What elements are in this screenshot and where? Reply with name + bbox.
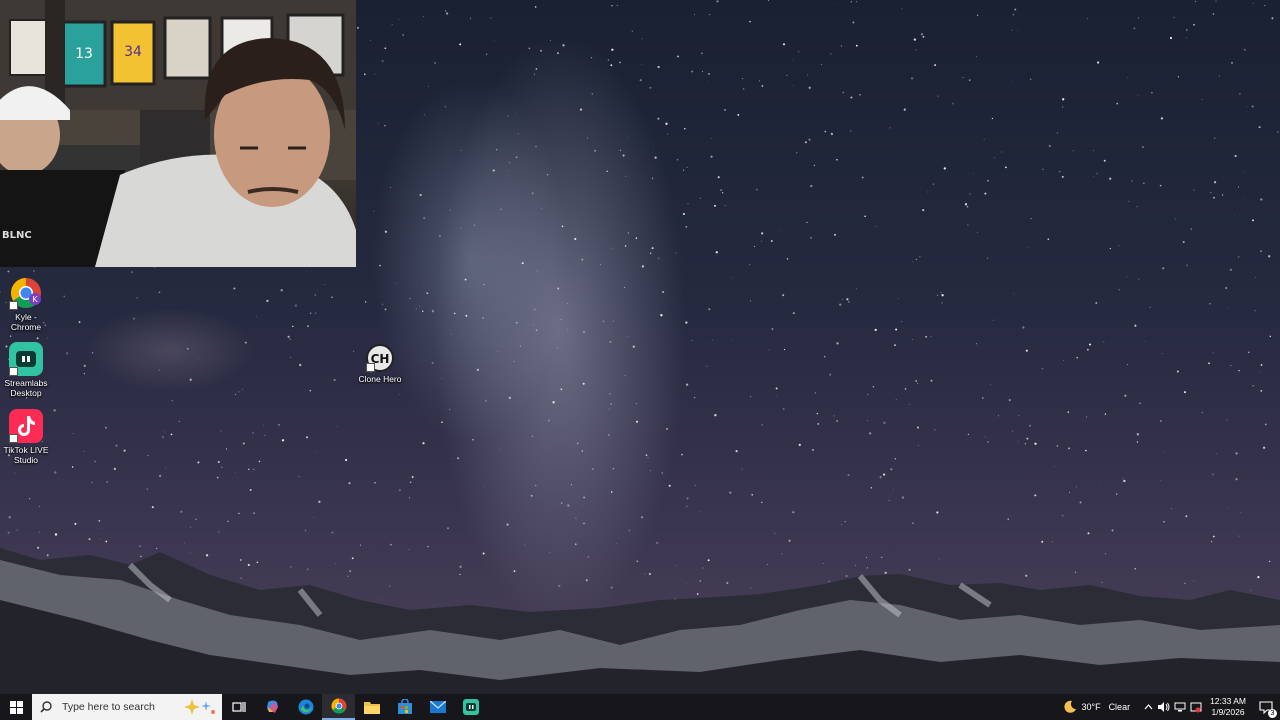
security-alert-icon bbox=[1190, 702, 1202, 712]
clock-date: 1/9/2026 bbox=[1211, 707, 1245, 717]
clock-time: 12:33 AM bbox=[1210, 696, 1246, 706]
streamlabs-taskbar-icon bbox=[462, 699, 479, 715]
search-placeholder: Type here to search bbox=[62, 701, 155, 713]
copilot-icon bbox=[266, 700, 278, 713]
tiktok-live-icon bbox=[9, 409, 43, 443]
shortcut-arrow-icon bbox=[366, 363, 375, 372]
taskbar-clock[interactable]: 12:33 AM 1/9/2026 bbox=[1204, 696, 1252, 718]
chevron-up-icon bbox=[1144, 704, 1153, 710]
weather-temp: 30°F bbox=[1081, 702, 1101, 712]
desktop-icon-streamlabs[interactable]: Streamlabs Desktop bbox=[0, 342, 52, 398]
network-button[interactable] bbox=[1172, 694, 1188, 720]
shirt-logo-text: BLNC bbox=[2, 230, 32, 241]
desktop-icon-label: Clone Hero bbox=[358, 374, 402, 384]
security-button[interactable] bbox=[1188, 694, 1204, 720]
desktop-icon-tiktok-live[interactable]: TikTok LIVE Studio bbox=[0, 409, 52, 465]
streamlabs-icon bbox=[9, 342, 43, 376]
desktop-icon-label: Streamlabs Desktop bbox=[4, 378, 48, 398]
notification-count-badge: 3 bbox=[1268, 709, 1277, 718]
show-hidden-icons-button[interactable] bbox=[1140, 694, 1156, 720]
search-highlight-icon bbox=[184, 699, 215, 715]
weather-condition: Clear bbox=[1108, 702, 1131, 712]
jersey-number-13: 13 bbox=[75, 46, 93, 62]
file-explorer-button[interactable] bbox=[355, 694, 388, 720]
shortcut-arrow-icon bbox=[9, 367, 18, 376]
webcam-feed: 13 34 BLNC bbox=[0, 0, 356, 267]
speaker-icon bbox=[1158, 702, 1170, 712]
edge-button[interactable] bbox=[289, 694, 322, 720]
profile-badge: K bbox=[32, 295, 38, 304]
task-view-icon bbox=[232, 702, 246, 712]
desktop-icon-label: Kyle - Chrome bbox=[10, 312, 42, 332]
search-icon bbox=[40, 701, 52, 713]
taskbar-search-box[interactable]: Type here to search bbox=[32, 694, 222, 720]
start-button[interactable] bbox=[0, 694, 32, 720]
system-tray: 30°F Clear 12:33 AM 1/9/2026 3 bbox=[1053, 694, 1280, 720]
desktop-icon-kyle-chrome[interactable]: K Kyle - Chrome bbox=[0, 276, 52, 332]
streamlabs-taskbar-button[interactable] bbox=[454, 694, 487, 720]
chrome-profile-icon: K bbox=[9, 276, 43, 310]
network-icon bbox=[1174, 702, 1186, 712]
windows-logo-icon bbox=[9, 700, 23, 714]
webcam-overlay: 13 34 BLNC bbox=[0, 0, 356, 267]
volume-button[interactable] bbox=[1156, 694, 1172, 720]
desktop-icon-clone-hero[interactable]: CH Clone Hero bbox=[354, 344, 406, 384]
store-icon bbox=[397, 699, 412, 714]
weather-widget[interactable]: 30°F Clear bbox=[1053, 700, 1140, 714]
jersey-number-34: 34 bbox=[124, 44, 142, 60]
action-center-button[interactable]: 3 bbox=[1252, 694, 1280, 720]
clone-hero-icon: CH bbox=[366, 344, 394, 372]
mail-button[interactable] bbox=[421, 694, 454, 720]
folder-icon bbox=[363, 702, 380, 714]
microsoft-store-button[interactable] bbox=[388, 694, 421, 720]
shortcut-arrow-icon bbox=[9, 434, 18, 443]
shortcut-arrow-icon bbox=[9, 301, 18, 310]
desktop-icon-label: TikTok LIVE Studio bbox=[3, 445, 49, 465]
moon-icon bbox=[1064, 700, 1077, 713]
copilot-button[interactable] bbox=[256, 694, 289, 720]
taskbar: Type here to search 30°F Clear 12:33 AM … bbox=[0, 694, 1280, 720]
mail-icon bbox=[429, 701, 446, 713]
chrome-icon bbox=[330, 698, 346, 714]
edge-icon bbox=[298, 699, 313, 715]
chrome-taskbar-button[interactable] bbox=[322, 694, 355, 720]
task-view-button[interactable] bbox=[222, 694, 256, 720]
